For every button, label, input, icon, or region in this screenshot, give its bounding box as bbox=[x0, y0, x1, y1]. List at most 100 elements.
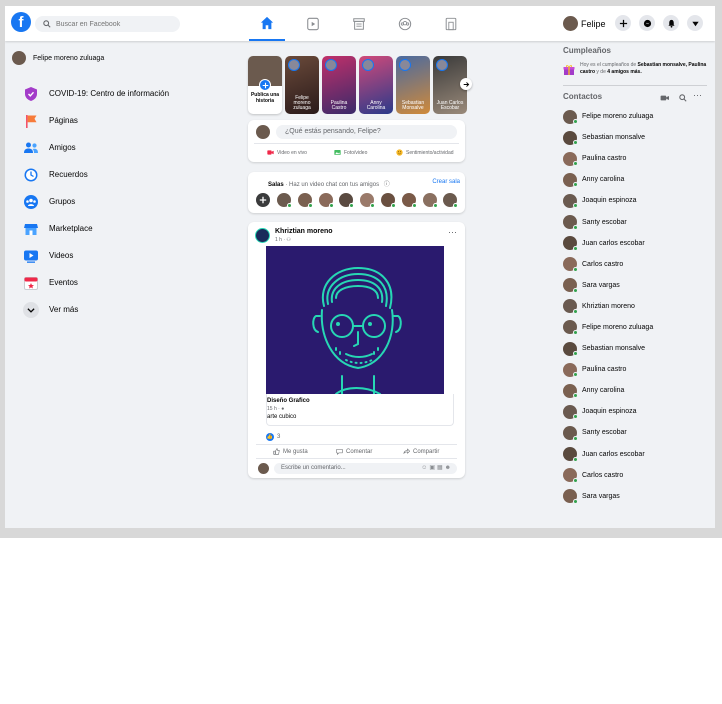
room-friend-avatar[interactable] bbox=[277, 193, 292, 208]
globe-icon: ● bbox=[281, 406, 285, 412]
story-card[interactable]: Sebastian Monsalve bbox=[396, 56, 430, 114]
contact-item[interactable]: Sebastian monsalve bbox=[560, 338, 710, 359]
gif-icon[interactable]: ▦ bbox=[437, 465, 445, 471]
sidebar-item-see-more[interactable]: Ver más bbox=[11, 296, 211, 323]
story-card[interactable]: Felipe moreno zuluaga bbox=[285, 56, 319, 114]
account-menu-button[interactable] bbox=[687, 15, 703, 31]
facebook-logo[interactable]: f bbox=[11, 12, 31, 32]
video-room-icon[interactable] bbox=[660, 94, 670, 102]
composer-input[interactable]: ¿Qué estás pensando, Felipe? bbox=[276, 125, 457, 139]
online-indicator bbox=[573, 477, 578, 483]
contact-item[interactable]: Anny carolina bbox=[560, 380, 710, 401]
story-card[interactable]: Anny Carolina bbox=[359, 56, 393, 114]
contact-item[interactable]: Khriztian moreno bbox=[560, 296, 710, 317]
contact-item[interactable]: Joaquin espinoza bbox=[560, 401, 710, 422]
share-button[interactable]: Compartir bbox=[403, 448, 439, 455]
like-button[interactable]: Me gusta bbox=[273, 448, 308, 455]
contact-item[interactable]: Juan carlos escobar bbox=[560, 444, 710, 465]
sidebar-item-marketplace[interactable]: Marketplace bbox=[11, 215, 211, 242]
nav-marketplace[interactable] bbox=[341, 6, 377, 41]
avatar bbox=[436, 59, 448, 71]
stories-next-button[interactable] bbox=[460, 78, 472, 90]
contact-item[interactable]: Carlos castro bbox=[560, 254, 710, 275]
post-image[interactable] bbox=[266, 246, 444, 395]
create-button[interactable] bbox=[615, 15, 631, 31]
contact-item[interactable]: Carlos castro bbox=[560, 465, 710, 486]
room-friend-avatar[interactable] bbox=[297, 193, 313, 208]
contact-name: Khriztian moreno bbox=[582, 302, 635, 310]
photo-video-button[interactable]: Foto/video bbox=[334, 149, 367, 156]
link-time: 15 h bbox=[267, 406, 277, 412]
create-story-label: Publica una historia bbox=[250, 92, 280, 104]
room-friend-avatar[interactable] bbox=[401, 193, 417, 208]
more-options-icon[interactable]: ⋯ bbox=[693, 90, 702, 101]
contact-item[interactable]: Sebastian monsalve bbox=[560, 127, 710, 148]
contact-item[interactable]: Felipe moreno zuluaga bbox=[560, 106, 710, 127]
messenger-button[interactable] bbox=[639, 15, 655, 31]
live-video-button[interactable]: Video en vivo bbox=[267, 149, 307, 156]
create-room-link[interactable]: Crear sala bbox=[432, 179, 460, 185]
contact-item[interactable]: Santy escobar bbox=[560, 422, 710, 443]
birthday-notice[interactable]: Hoy es el cumpleaños de Sebastian monsal… bbox=[560, 62, 710, 76]
sidebar-item-covid[interactable]: COVID-19: Centro de información bbox=[11, 80, 211, 107]
contact-item[interactable]: Juan carlos escobar bbox=[560, 233, 710, 254]
sidebar-item-pages[interactable]: Páginas bbox=[11, 107, 211, 134]
info-icon[interactable]: ⓘ bbox=[384, 182, 390, 188]
stories-tray: Publica una historia Felipe moreno zulua… bbox=[248, 56, 472, 114]
room-friend-avatar[interactable] bbox=[360, 193, 376, 208]
online-indicator bbox=[573, 245, 578, 251]
contact-item[interactable]: Anny carolina bbox=[560, 169, 710, 190]
create-story-card[interactable]: Publica una historia bbox=[248, 56, 282, 114]
sidebar-item-videos[interactable]: Videos bbox=[11, 242, 211, 269]
clock-icon bbox=[23, 167, 39, 183]
room-friend-avatar[interactable] bbox=[318, 193, 334, 208]
comment-tools[interactable]: ☺▣▦☻ bbox=[421, 464, 453, 471]
sidebar-item-events[interactable]: Eventos bbox=[11, 269, 211, 296]
link-preview[interactable]: Diseño Grafico 15 h · ● arte cubico bbox=[266, 394, 454, 426]
feeling-button[interactable]: Sentimiento/actividad bbox=[396, 149, 454, 156]
nav-home[interactable] bbox=[249, 6, 285, 41]
sidebar-item-memories[interactable]: Recuerdos bbox=[11, 161, 211, 188]
smiley-icon bbox=[396, 149, 403, 156]
post-author[interactable]: Khriztian moreno bbox=[275, 228, 333, 235]
sidebar-item-friends[interactable]: Amigos bbox=[11, 134, 211, 161]
like-reaction-icon: 👍 bbox=[266, 433, 274, 441]
contact-item[interactable]: Sara vargas bbox=[560, 486, 710, 507]
reactions-summary[interactable]: 👍 3 bbox=[266, 433, 280, 441]
window-frame: f Felipe bbox=[0, 0, 722, 538]
contact-name: Santy escobar bbox=[582, 429, 627, 437]
share-icon bbox=[403, 448, 410, 454]
sidebar-item-label: Páginas bbox=[49, 116, 78, 125]
calendar-icon bbox=[23, 275, 39, 291]
create-room-button[interactable] bbox=[256, 193, 270, 207]
room-friend-avatar[interactable] bbox=[443, 193, 459, 208]
contact-item[interactable]: Santy escobar bbox=[560, 211, 710, 232]
room-friend-avatar[interactable] bbox=[339, 193, 355, 208]
room-friend-avatar[interactable] bbox=[422, 193, 438, 208]
likes-count: 3 bbox=[277, 434, 281, 440]
comment-button[interactable]: Comentar bbox=[336, 448, 372, 455]
search-box[interactable] bbox=[35, 16, 180, 32]
online-indicator bbox=[411, 203, 417, 208]
sidebar-profile[interactable]: Felipe moreno zuluaga bbox=[12, 50, 211, 66]
rooms-subtitle: · Haz un video chat con tus amigos bbox=[285, 182, 380, 188]
sidebar-item-groups[interactable]: Grupos bbox=[11, 188, 211, 215]
camera-icon[interactable]: ▣ bbox=[429, 465, 437, 471]
story-card[interactable]: Paulina Castro bbox=[322, 56, 356, 114]
comment-icon bbox=[336, 449, 343, 455]
more-options-icon[interactable]: ⋯ bbox=[448, 227, 458, 238]
contact-item[interactable]: Sara vargas bbox=[560, 275, 710, 296]
sticker-icon[interactable]: ☻ bbox=[445, 465, 453, 471]
profile-shortcut[interactable]: Felipe bbox=[563, 16, 606, 31]
nav-watch[interactable] bbox=[295, 6, 331, 41]
nav-gaming[interactable] bbox=[433, 6, 469, 41]
contact-item[interactable]: Joaquin espinoza bbox=[560, 190, 710, 211]
contact-item[interactable]: Felipe moreno zuluaga bbox=[560, 317, 710, 338]
search-icon[interactable] bbox=[679, 94, 687, 102]
contact-item[interactable]: Paulina castro bbox=[560, 359, 710, 380]
contact-item[interactable]: Paulina castro bbox=[560, 148, 710, 169]
room-friend-avatar[interactable] bbox=[381, 193, 396, 208]
nav-groups[interactable] bbox=[387, 6, 423, 41]
notifications-button[interactable] bbox=[663, 15, 679, 31]
search-input[interactable] bbox=[56, 20, 166, 28]
